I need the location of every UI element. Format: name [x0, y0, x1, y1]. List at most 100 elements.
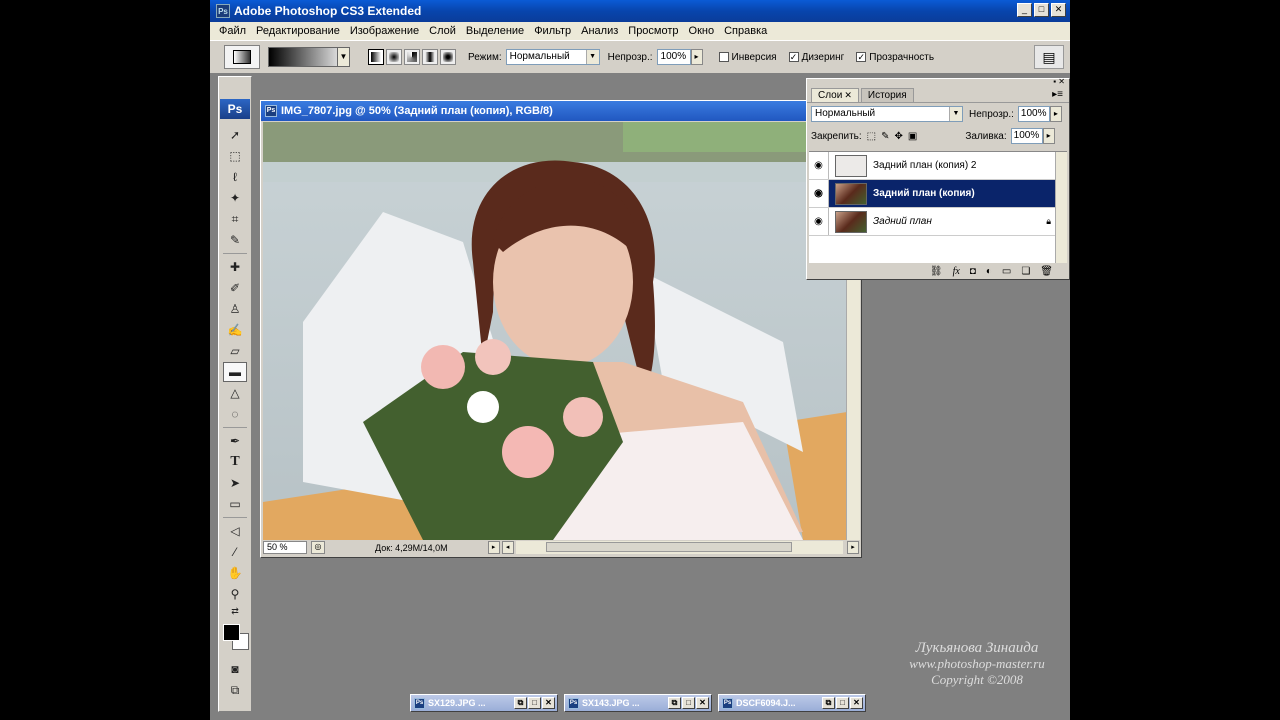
close-button[interactable]: ✕: [850, 697, 863, 709]
notes-tool-icon[interactable]: ◁: [223, 521, 247, 541]
menu-layer[interactable]: Слой: [424, 25, 461, 37]
invert-checkbox-box[interactable]: [718, 52, 729, 62]
move-tool-icon[interactable]: ➚: [223, 125, 247, 145]
clone-stamp-tool-icon[interactable]: ♙: [223, 299, 247, 319]
add-mask-icon[interactable]: ◘: [970, 266, 976, 277]
minimized-document[interactable]: Ps DSCF6094.J... ⧉ □ ✕: [718, 694, 866, 712]
lock-position-icon[interactable]: ✥: [895, 131, 903, 142]
transparency-checkbox[interactable]: ✓ Прозрачность: [856, 52, 934, 63]
spot-healing-tool-icon[interactable]: ✚: [223, 257, 247, 277]
tab-history[interactable]: История: [860, 88, 914, 102]
lock-transparency-icon[interactable]: ⬚: [867, 131, 876, 142]
document-title-bar[interactable]: Ps IMG_7807.jpg @ 50% (Задний план (копи…: [261, 101, 861, 121]
quick-mask-icon[interactable]: ◙: [223, 659, 247, 679]
menu-view[interactable]: Просмотр: [623, 25, 683, 37]
marquee-tool-icon[interactable]: ⬚: [223, 146, 247, 166]
close-button[interactable]: ✕: [696, 697, 709, 709]
eye-icon[interactable]: ◉: [809, 152, 829, 179]
minimize-button[interactable]: _: [1017, 3, 1032, 17]
fill-input[interactable]: 100%: [1010, 128, 1043, 144]
diamond-gradient-button[interactable]: [440, 49, 456, 65]
chevron-down-icon[interactable]: ▼: [949, 107, 962, 121]
lock-pixels-icon[interactable]: ✎: [881, 131, 889, 142]
blur-tool-icon[interactable]: △: [223, 383, 247, 403]
menu-file[interactable]: Файл: [214, 25, 251, 37]
menu-analysis[interactable]: Анализ: [576, 25, 623, 37]
minimized-document[interactable]: Ps SX143.JPG ... ⧉ □ ✕: [564, 694, 712, 712]
lasso-tool-icon[interactable]: ℓ: [223, 167, 247, 187]
magic-wand-tool-icon[interactable]: ✦: [223, 188, 247, 208]
maximize-button[interactable]: □: [836, 697, 849, 709]
path-selection-tool-icon[interactable]: ➤: [223, 473, 247, 493]
horizontal-scroll-thumb[interactable]: [545, 542, 792, 552]
zoom-tool-icon[interactable]: ⚲: [223, 584, 247, 604]
info-icon[interactable]: ◎: [311, 541, 325, 554]
zoom-field[interactable]: 50 %: [263, 541, 307, 554]
scroll-left-icon[interactable]: ◂: [501, 541, 514, 554]
shape-tool-icon[interactable]: ▭: [223, 494, 247, 514]
panel-close-icon[interactable]: ▪ ✕: [1053, 77, 1065, 86]
document-canvas[interactable]: [263, 122, 847, 540]
pen-tool-icon[interactable]: ✒: [223, 431, 247, 451]
layer-list-scrollbar[interactable]: [1055, 152, 1067, 263]
opacity-input[interactable]: 100%: [656, 49, 691, 65]
mode-select[interactable]: Нормальный ▼: [505, 49, 600, 65]
menu-edit[interactable]: Редактирование: [251, 25, 345, 37]
menu-help[interactable]: Справка: [719, 25, 772, 37]
maximize-button[interactable]: □: [1034, 3, 1049, 17]
dither-checkbox-box[interactable]: ✓: [788, 52, 799, 62]
transparency-checkbox-box[interactable]: ✓: [856, 52, 867, 62]
hand-tool-icon[interactable]: ✋: [223, 563, 247, 583]
chevron-down-icon[interactable]: ▼: [337, 48, 349, 66]
close-button[interactable]: ✕: [542, 697, 555, 709]
eyedropper-tool-icon[interactable]: ⁄: [223, 542, 247, 562]
radial-gradient-button[interactable]: [386, 49, 402, 65]
gradient-tool-icon[interactable]: ▬: [223, 362, 247, 382]
panel-header[interactable]: ▪ ✕: [807, 77, 1069, 87]
menu-select[interactable]: Выделение: [461, 25, 529, 37]
layer-opacity-input[interactable]: 100%: [1017, 106, 1050, 122]
tool-preset-picker[interactable]: [224, 45, 260, 69]
dodge-tool-icon[interactable]: ◌: [223, 404, 247, 424]
restore-button[interactable]: ⧉: [514, 697, 527, 709]
maximize-button[interactable]: □: [528, 697, 541, 709]
tab-layers[interactable]: Слои ✕: [811, 88, 859, 102]
eye-icon[interactable]: ◉: [809, 208, 829, 235]
linear-gradient-button[interactable]: [368, 49, 384, 65]
lock-all-icon[interactable]: ▣: [908, 131, 917, 142]
ps-logo[interactable]: Ps: [220, 99, 250, 119]
new-group-icon[interactable]: ▭: [1002, 266, 1011, 277]
angle-gradient-button[interactable]: [404, 49, 420, 65]
layer-row[interactable]: ◉ Задний план 🔒︎: [809, 208, 1067, 236]
invert-checkbox[interactable]: Инверсия: [718, 52, 777, 63]
blend-mode-select[interactable]: Нормальный ▼: [811, 106, 963, 122]
adjustment-layer-icon[interactable]: ◐: [986, 266, 992, 277]
toolbox-grip[interactable]: [219, 77, 251, 97]
menu-image[interactable]: Изображение: [345, 25, 424, 37]
restore-button[interactable]: ⧉: [668, 697, 681, 709]
minimized-document[interactable]: Ps SX129.JPG ... ⧉ □ ✕: [410, 694, 558, 712]
dither-checkbox[interactable]: ✓ Дизеринг: [788, 52, 844, 63]
layer-row[interactable]: ◉ Задний план (копия) 2: [809, 152, 1067, 180]
eraser-tool-icon[interactable]: ▱: [223, 341, 247, 361]
slice-tool-icon[interactable]: ✎: [223, 230, 247, 250]
restore-button[interactable]: ⧉: [822, 697, 835, 709]
layer-style-icon[interactable]: fx: [953, 266, 960, 277]
crop-tool-icon[interactable]: ⌗: [223, 209, 247, 229]
palette-well-icon[interactable]: ▤: [1034, 45, 1064, 69]
close-button[interactable]: ✕: [1051, 3, 1066, 17]
screen-mode-icon[interactable]: ⧉: [223, 680, 247, 700]
brush-tool-icon[interactable]: ✐: [223, 278, 247, 298]
type-tool-icon[interactable]: T: [223, 452, 247, 472]
menu-filter[interactable]: Фильтр: [529, 25, 576, 37]
layer-row-selected[interactable]: ◉ Задний план (копия): [809, 180, 1067, 208]
gradient-picker[interactable]: ▼: [268, 47, 350, 67]
panel-menu-icon[interactable]: ▸≡: [1052, 89, 1063, 100]
opacity-slider-button[interactable]: ▸: [1049, 106, 1062, 122]
new-layer-icon[interactable]: ❏: [1021, 266, 1030, 277]
eye-icon[interactable]: ◉: [809, 180, 829, 207]
status-menu-arrow-icon[interactable]: ▸: [487, 541, 500, 554]
close-icon[interactable]: ✕: [844, 90, 852, 100]
reflected-gradient-button[interactable]: [422, 49, 438, 65]
chevron-down-icon[interactable]: ▼: [585, 50, 599, 64]
